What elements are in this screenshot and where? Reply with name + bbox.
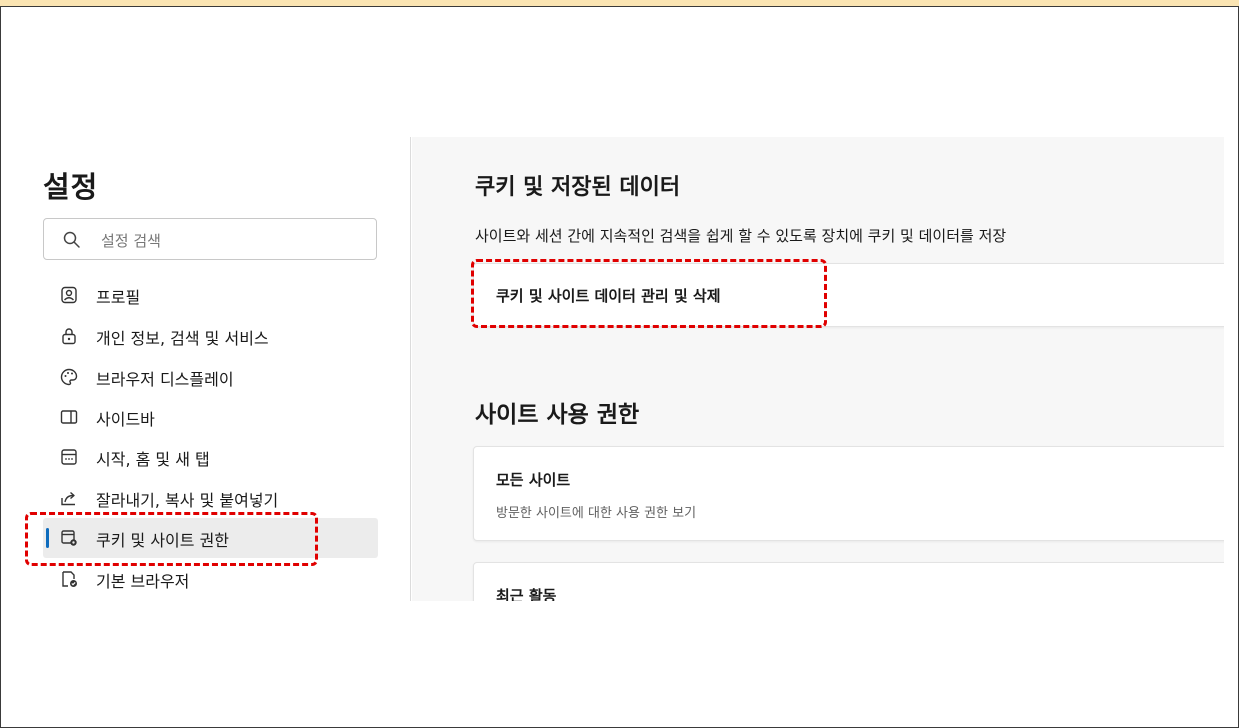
- sidebar-item-start-home[interactable]: 시작, 홈 및 새 탭: [43, 437, 378, 477]
- settings-search-input[interactable]: 설정 검색: [43, 218, 377, 260]
- sidebar-item-appearance[interactable]: 브라우저 디스플레이: [43, 357, 378, 397]
- recent-activity-card[interactable]: 최근 활동: [473, 562, 1224, 601]
- cookies-section-title: 쿠키 및 저장된 데이터: [475, 175, 681, 200]
- top-strip: [0, 0, 1239, 7]
- sidebar-item-privacy[interactable]: 개인 정보, 검색 및 서비스: [43, 316, 378, 356]
- sidebar-icon: [60, 410, 78, 424]
- lock-icon: [62, 328, 76, 345]
- sidebar-item-label: 브라우저 디스플레이: [96, 370, 234, 389]
- sidebar-item-label: 잘라내기, 복사 및 붙여넣기: [96, 491, 279, 510]
- sidebar-item-sidebar[interactable]: 사이드바: [43, 397, 378, 437]
- highlight-cookies-nav-item: [25, 512, 318, 566]
- highlight-manage-cookies: [471, 259, 827, 328]
- search-icon: [63, 231, 80, 248]
- settings-title: 설정: [43, 170, 99, 204]
- sidebar-item-label: 프로필: [96, 288, 141, 307]
- recent-activity-title: 최근 활동: [496, 587, 557, 601]
- palette-icon: [60, 368, 78, 386]
- permissions-section-title: 사이트 사용 권한: [475, 402, 640, 428]
- all-sites-subtitle: 방문한 사이트에 대한 사용 권한 보기: [496, 506, 697, 521]
- profile-icon: [61, 286, 77, 304]
- sidebar-item-label: 개인 정보, 검색 및 서비스: [96, 329, 269, 348]
- default-browser-icon: [62, 571, 77, 587]
- home-tab-icon: [61, 449, 77, 465]
- sidebar-item-label: 기본 브라우저: [96, 572, 190, 591]
- cookies-section-description: 사이트와 세션 간에 지속적인 검색을 쉽게 할 수 있도록 장치에 쿠키 및 …: [475, 227, 1007, 245]
- sidebar-item-label: 시작, 홈 및 새 탭: [96, 450, 210, 469]
- pane-divider: [410, 137, 411, 601]
- sidebar-item-label: 사이드바: [96, 410, 155, 429]
- share-icon: [61, 491, 75, 506]
- all-sites-card[interactable]: 모든 사이트 방문한 사이트에 대한 사용 권한 보기: [473, 446, 1224, 541]
- all-sites-title: 모든 사이트: [496, 471, 571, 489]
- search-placeholder: 설정 검색: [101, 232, 161, 250]
- sidebar-item-profile[interactable]: 프로필: [43, 275, 378, 315]
